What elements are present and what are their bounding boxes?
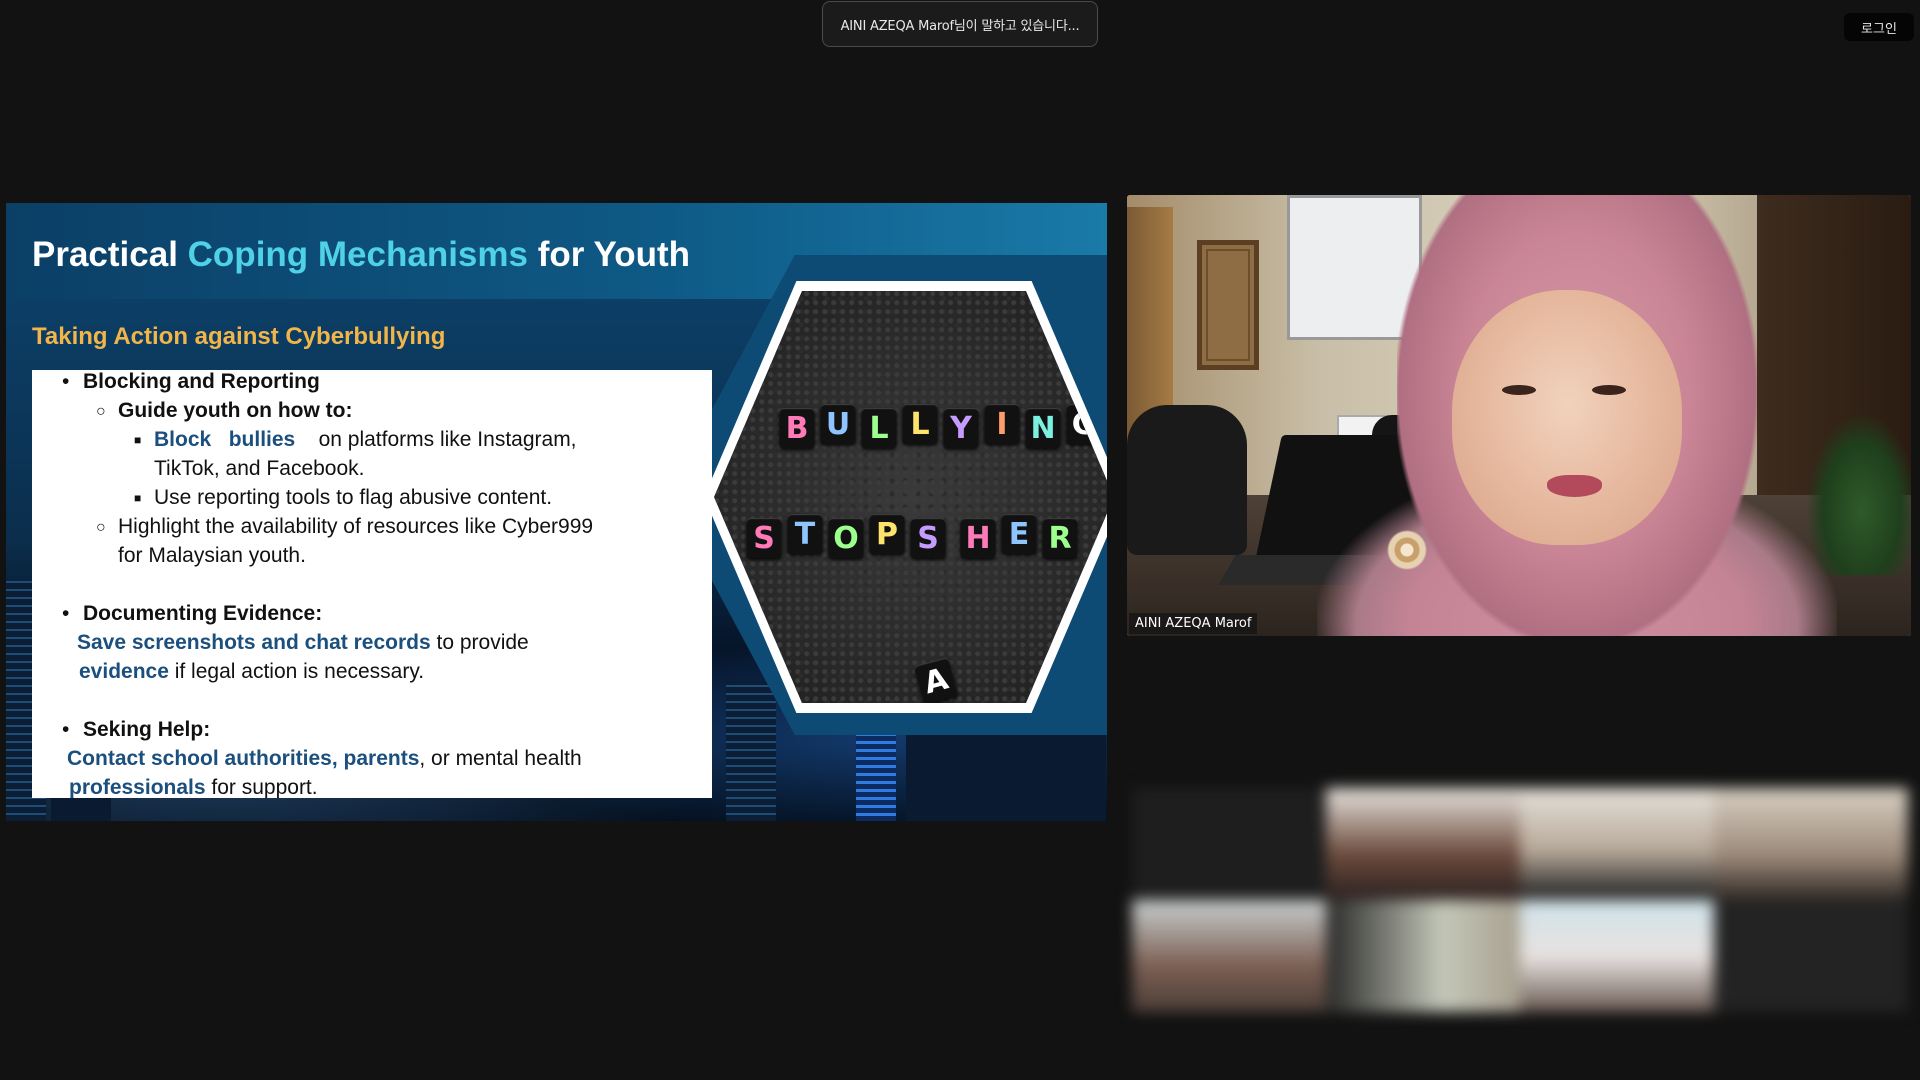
active-speaker-text: AINI AZEQA Marof님이 말하고 있습니다...: [840, 18, 1080, 34]
slide-title: Practical Coping Mechanisms for Youth: [32, 235, 690, 275]
letter-tile: R: [1042, 518, 1078, 558]
bullet: ○: [96, 403, 106, 420]
body-text: for support.: [205, 776, 318, 798]
participant-tile[interactable]: [1714, 788, 1908, 900]
background-building: [906, 731, 1106, 821]
background-building: [726, 681, 776, 821]
block-item-text: Block bullies on platforms like Instagra…: [154, 425, 704, 454]
participant-tile[interactable]: [1132, 788, 1326, 900]
body-text: , or mental health: [419, 747, 582, 770]
body-text: Contact school authorities, parents, or …: [67, 744, 582, 773]
body-text: if legal action is necessary.: [168, 660, 425, 683]
bullet: •: [62, 718, 70, 741]
participant-gallery: [1132, 788, 1908, 1012]
letter-tile: P: [869, 514, 905, 554]
title-part: Practical: [32, 235, 188, 274]
video-person-brooch: [1382, 525, 1432, 575]
body-text: evidence if legal action is necessary.: [79, 657, 424, 686]
participant-name-label: AINI AZEQA Marof: [1129, 613, 1258, 634]
letter-tile: Y: [943, 408, 979, 448]
section-heading: Documenting Evidence:: [83, 602, 323, 625]
shared-screen-slide: Practical Coping Mechanisms for Youth Ta…: [6, 203, 1107, 821]
guide-text: Guide youth on how to:: [118, 399, 353, 422]
section-heading: Blocking and Reporting: [83, 370, 320, 393]
highlight-text: Save screenshots and chat records: [77, 631, 431, 654]
login-label: 로그인: [1861, 21, 1897, 37]
title-part: for Youth: [527, 235, 690, 274]
letter-tile: L: [902, 404, 938, 444]
bullet: •: [62, 602, 70, 625]
participant-tile[interactable]: [1326, 900, 1520, 1012]
highlight-text: bullies: [228, 428, 296, 451]
letter-tile: B: [779, 408, 815, 448]
letter-tile: O: [828, 518, 864, 558]
title-accent: Coping Mechanisms: [187, 235, 528, 274]
bullet: •: [62, 370, 70, 393]
participant-tile[interactable]: [1520, 788, 1714, 900]
slide-content-box: • Blocking and Reporting ○ Guide youth o…: [32, 370, 712, 798]
video-door-panel: [1197, 240, 1259, 370]
letter-tile: S: [910, 518, 946, 558]
body-text: TikTok, and Facebook.: [154, 457, 365, 480]
body-text: Save screenshots and chat records to pro…: [77, 628, 529, 657]
video-chair: [1127, 405, 1247, 555]
highlight-text: professionals: [69, 776, 206, 798]
video-person-face: [1452, 290, 1682, 545]
video-person-eye: [1592, 385, 1626, 395]
letter-tile: T: [787, 514, 823, 554]
participant-tile[interactable]: [1520, 900, 1714, 1012]
highlight-text: Contact school authorities, parents: [67, 747, 420, 770]
letter-tile: S: [746, 518, 782, 558]
body-text: for Malaysian youth.: [118, 544, 306, 567]
body-text: professionals for support.: [69, 773, 318, 798]
bullet: ■: [134, 433, 142, 447]
letter-tile: H: [960, 518, 996, 558]
active-speaker-indicator: AINI AZEQA Marof님이 말하고 있습니다...: [822, 1, 1098, 47]
body-text: Highlight the availability of resources …: [118, 515, 594, 538]
highlight-text: Block: [154, 428, 212, 451]
speaker-video-tile[interactable]: AINI AZEQA Marof: [1127, 195, 1911, 636]
letter-tile: U: [820, 404, 856, 444]
highlight-text: evidence: [79, 660, 169, 683]
body-text: to provide: [430, 631, 529, 654]
letter-tile: A: [913, 657, 959, 703]
login-button[interactable]: 로그인: [1844, 13, 1914, 41]
participant-tile[interactable]: [1326, 788, 1520, 900]
video-person-mouth: [1547, 475, 1602, 497]
letter-tile: E: [1001, 514, 1037, 554]
participant-tile[interactable]: [1132, 900, 1326, 1012]
slide-subtitle: Taking Action against Cyberbullying: [32, 323, 446, 350]
video-person-eye: [1502, 385, 1536, 395]
body-text: Use reporting tools to flag abusive cont…: [154, 486, 553, 509]
section-heading: Seking Help:: [83, 718, 211, 741]
letter-tile: I: [984, 404, 1020, 444]
body-text: on platforms like Instagram,: [318, 428, 577, 451]
letter-tile: N: [1025, 408, 1061, 448]
letter-tile: L: [861, 408, 897, 448]
participant-tile[interactable]: [1714, 900, 1908, 1012]
bullet: ○: [96, 519, 106, 536]
bullet: ■: [134, 491, 142, 505]
